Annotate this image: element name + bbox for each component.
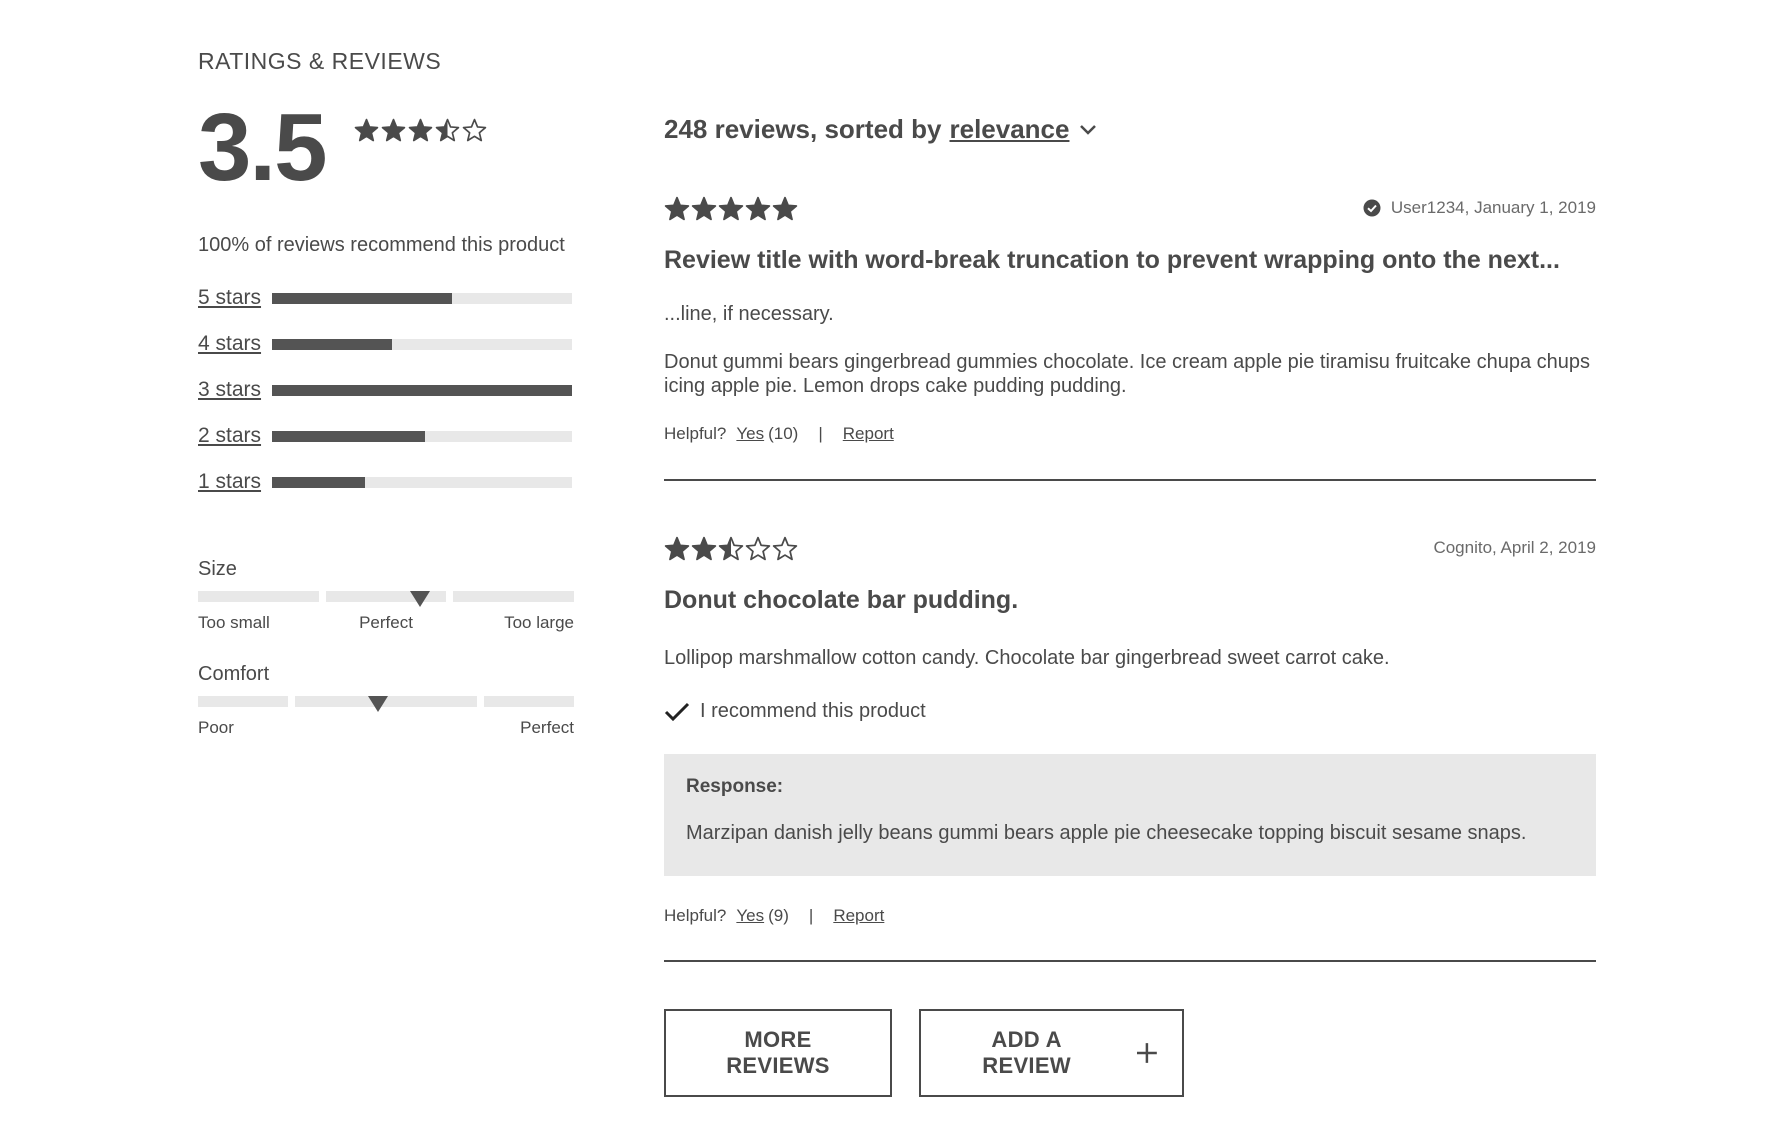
helpful-label: Helpful?: [664, 424, 727, 443]
review-helpful: Helpful? Yes (9) | Report: [664, 906, 884, 926]
helpful-yes-link[interactable]: Yes: [736, 424, 764, 444]
size-scale: [198, 591, 574, 607]
star-icon: [381, 118, 406, 142]
star-icon: [664, 196, 690, 221]
star-icon: [772, 196, 798, 221]
report-link[interactable]: Report: [843, 424, 894, 444]
review-divider: [664, 960, 1596, 962]
review-meta: Cognito, April 2, 2019: [1433, 538, 1596, 558]
review-meta: User1234, January 1, 2019: [1363, 198, 1596, 218]
review-title: Review title with word-break truncation …: [664, 246, 1560, 274]
more-reviews-label: MORE REVIEWS: [726, 1027, 830, 1078]
breakdown-bar-5: [272, 292, 572, 304]
star-icon: [718, 196, 744, 221]
breakdown-row-5: 5 stars: [198, 275, 574, 321]
response-text: Marzipan danish jelly beans gummi bears …: [686, 822, 1527, 844]
helpful-label: Helpful?: [664, 906, 727, 925]
empty-star-icon: [745, 536, 771, 561]
review-body: Donut gummi bears gingerbread gummies ch…: [664, 351, 1591, 397]
breakdown-label-1[interactable]: 1 stars: [198, 470, 272, 494]
add-review-label: ADD A REVIEW: [982, 1027, 1071, 1078]
breakdown-bar-3: [272, 384, 572, 396]
breakdown-bar-2: [272, 430, 572, 442]
sort-dropdown[interactable]: relevance: [949, 114, 1097, 145]
helpful-yes-count: (9): [768, 906, 789, 925]
size-title: Size: [198, 558, 237, 580]
plus-icon: [1137, 1043, 1158, 1063]
breakdown-label-3[interactable]: 3 stars: [198, 378, 272, 402]
comfort-characteristic: Comfort Poor Perfect: [198, 663, 574, 740]
breakdown-row-1: 1 stars: [198, 459, 574, 505]
average-stars: [354, 118, 487, 143]
helpful-separator: |: [818, 424, 823, 443]
star-icon: [354, 118, 379, 142]
seller-response: Response: Marzipan danish jelly beans gu…: [664, 754, 1596, 876]
comfort-title: Comfort: [198, 663, 270, 685]
sort-value: relevance: [949, 114, 1070, 144]
comfort-marker: [368, 696, 389, 712]
breakdown-row-4: 4 stars: [198, 321, 574, 367]
breakdown-row-3: 3 stars: [198, 367, 574, 413]
breakdown-row-2: 2 stars: [198, 413, 574, 459]
chevron-down-icon: [1080, 124, 1097, 135]
rating-breakdown: 5 stars 4 stars 3 stars 2 stars 1 stars: [198, 275, 574, 505]
size-high-label: Too large: [504, 613, 574, 632]
helpful-separator: |: [808, 906, 814, 925]
review-helpful: Helpful? Yes (10) | Report: [664, 424, 894, 444]
reviews-summary: 248 reviews, sorted by relevance: [664, 114, 1097, 145]
review-title-continued: ...line, if necessary.: [664, 303, 834, 325]
star-icon: [408, 118, 433, 142]
recommend-percentage: 100% of reviews recommend this product: [198, 234, 565, 256]
size-mid-label: Perfect: [359, 613, 413, 632]
section-title: RATINGS & REVIEWS: [198, 48, 442, 74]
comfort-low-label: Poor: [198, 718, 234, 737]
helpful-yes-link[interactable]: Yes: [736, 906, 764, 926]
empty-star-icon: [772, 536, 798, 561]
response-label: Response:: [686, 776, 784, 797]
review-body: Lollipop marshmallow cotton candy. Choco…: [664, 647, 1390, 669]
review-divider: [664, 479, 1596, 481]
checkmark-icon: [664, 702, 690, 721]
review-author-date: User1234, January 1, 2019: [1390, 198, 1596, 217]
breakdown-label-4[interactable]: 4 stars: [198, 332, 272, 356]
breakdown-label-5[interactable]: 5 stars: [198, 286, 272, 310]
review-author-date: Cognito, April 2, 2019: [1433, 538, 1596, 557]
breakdown-label-2[interactable]: 2 stars: [198, 424, 272, 448]
review-stars: [664, 536, 798, 562]
review-stars: [664, 196, 798, 222]
star-icon: [745, 196, 771, 221]
breakdown-bar-4: [272, 338, 572, 350]
reviews-count: 248 reviews, sorted by: [664, 114, 942, 144]
comfort-high-label: Perfect: [520, 718, 574, 737]
more-reviews-button[interactable]: MORE REVIEWS: [664, 1009, 892, 1097]
add-review-button[interactable]: ADD A REVIEW: [919, 1009, 1184, 1097]
empty-star-icon: [462, 118, 487, 142]
report-link[interactable]: Report: [833, 906, 884, 926]
recommend-line: I recommend this product: [664, 700, 926, 723]
breakdown-bar-1: [272, 476, 572, 488]
comfort-scale: [198, 696, 574, 712]
star-icon: [664, 536, 690, 561]
verified-check-icon: [1363, 199, 1381, 217]
review-title: Donut chocolate bar pudding.: [664, 586, 1019, 614]
size-marker: [409, 591, 430, 607]
recommend-text: I recommend this product: [700, 700, 926, 722]
size-characteristic: Size Too small Perfect Too large: [198, 558, 574, 635]
size-low-label: Too small: [198, 613, 270, 632]
average-rating: 3.5: [198, 94, 327, 201]
helpful-yes-count: (10): [768, 424, 799, 443]
half-star-icon: [718, 536, 744, 561]
half-star-icon: [435, 118, 460, 142]
star-icon: [691, 196, 717, 221]
star-icon: [691, 536, 717, 561]
